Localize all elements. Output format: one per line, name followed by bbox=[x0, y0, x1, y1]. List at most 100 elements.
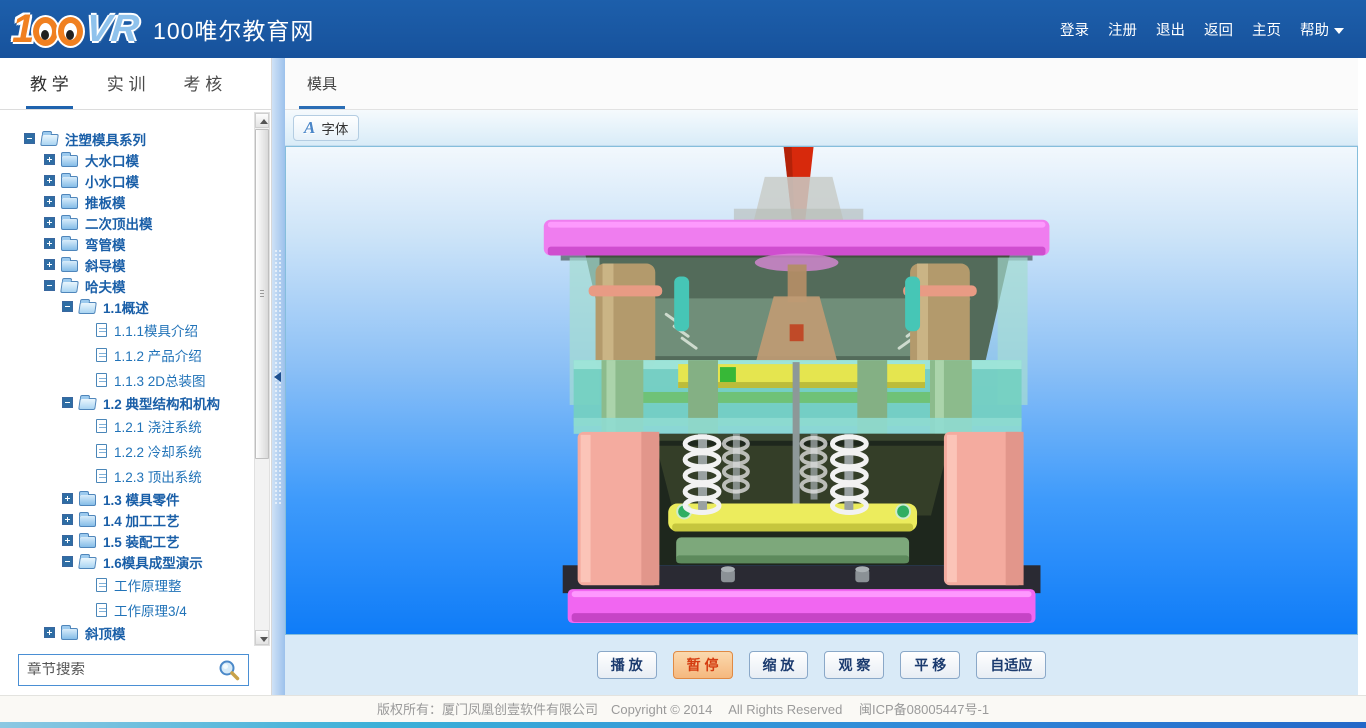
footer: 版权所有：厦门凤凰创壹软件有限公司 Copyright © 2014 All R… bbox=[0, 695, 1366, 728]
logo-digit-one: 1 bbox=[12, 7, 32, 52]
folder-icon bbox=[79, 536, 96, 548]
tree-item[interactable]: 1.3 模具零件 bbox=[0, 488, 254, 509]
panel-splitter[interactable] bbox=[272, 58, 285, 695]
pan-button[interactable]: 平 移 bbox=[900, 651, 960, 679]
document-icon bbox=[96, 578, 107, 592]
observe-button[interactable]: 观 察 bbox=[824, 651, 884, 679]
tree-item[interactable]: 1.2.3 顶出系统 bbox=[0, 463, 254, 488]
expand-toggle-icon[interactable] bbox=[44, 217, 55, 228]
expand-toggle-icon[interactable] bbox=[44, 627, 55, 638]
folder-icon bbox=[61, 176, 78, 188]
expand-toggle-icon[interactable] bbox=[62, 493, 73, 504]
document-icon bbox=[96, 323, 107, 337]
collapse-toggle-icon[interactable] bbox=[62, 397, 73, 408]
font-button[interactable]: A 字体 bbox=[293, 115, 359, 141]
tab-mold[interactable]: 模具 bbox=[299, 64, 345, 109]
expand-toggle-icon[interactable] bbox=[44, 196, 55, 207]
chevron-down-icon bbox=[1334, 28, 1344, 34]
nav-back[interactable]: 返回 bbox=[1204, 19, 1233, 40]
collapse-toggle-icon[interactable] bbox=[44, 280, 55, 291]
scroll-up-button[interactable] bbox=[255, 113, 269, 128]
document-icon bbox=[96, 419, 107, 433]
fit-view-button[interactable]: 自适应 bbox=[976, 651, 1046, 679]
tree-item[interactable]: 哈夫模 bbox=[0, 275, 254, 296]
tree-item[interactable]: 斜顶模 bbox=[0, 622, 254, 643]
tree-scrollbar[interactable] bbox=[254, 112, 270, 646]
chapter-search-box[interactable] bbox=[18, 654, 249, 686]
tree-item[interactable]: 1.1.2 产品介绍 bbox=[0, 342, 254, 367]
expand-toggle-icon[interactable] bbox=[44, 154, 55, 165]
expand-toggle-icon[interactable] bbox=[44, 238, 55, 249]
tree-item[interactable]: 1.5 装配工艺 bbox=[0, 530, 254, 551]
document-icon bbox=[96, 373, 107, 387]
tab-assessment[interactable]: 考 核 bbox=[179, 60, 226, 109]
scroll-down-button[interactable] bbox=[255, 630, 269, 645]
document-icon bbox=[96, 348, 107, 362]
folder-icon bbox=[61, 197, 78, 209]
nav-login[interactable]: 登录 bbox=[1060, 19, 1089, 40]
tree-item[interactable]: 1.6模具成型演示 bbox=[0, 551, 254, 572]
open-folder-icon bbox=[78, 398, 97, 410]
top-nav: 登录 注册 退出 返回 主页 帮助 bbox=[1060, 19, 1344, 40]
course-tree: 注塑模具系列 大水口模 小水口模 推板模 二次顶出模 弯管模 斜导模 哈夫模 1… bbox=[0, 110, 271, 648]
search-icon[interactable] bbox=[218, 659, 240, 681]
tree-item[interactable]: 斜导模 bbox=[0, 254, 254, 275]
logo-zero-eye-icon bbox=[58, 17, 83, 46]
folder-icon bbox=[61, 239, 78, 251]
collapse-toggle-icon[interactable] bbox=[62, 301, 73, 312]
tab-teaching[interactable]: 教 学 bbox=[26, 60, 73, 109]
tree-item[interactable]: 1.4 加工工艺 bbox=[0, 509, 254, 530]
open-folder-icon bbox=[40, 134, 59, 146]
tree-item[interactable]: 注塑模具系列 bbox=[0, 128, 254, 149]
nav-help[interactable]: 帮助 bbox=[1300, 19, 1344, 40]
tree-item[interactable]: 弯管模 bbox=[0, 233, 254, 254]
header: 1 VR 100唯尔教育网 登录 注册 退出 返回 主页 帮助 bbox=[0, 0, 1366, 58]
expand-toggle-icon[interactable] bbox=[44, 259, 55, 270]
nav-register[interactable]: 注册 bbox=[1108, 19, 1137, 40]
tree-item[interactable]: 1.2.1 浇注系统 bbox=[0, 413, 254, 438]
tree-item[interactable]: 二次顶出模 bbox=[0, 212, 254, 233]
playback-controls: 播 放 暂 停 缩 放 观 察 平 移 自适应 bbox=[285, 635, 1358, 695]
tree-item[interactable]: 1.2 典型结构和机构 bbox=[0, 392, 254, 413]
sidebar: 教 学 实 训 考 核 注塑模具系列 大水口模 小水口模 推板模 二次顶出模 弯… bbox=[0, 58, 272, 695]
tree-item-selected[interactable]: 工作原理整 bbox=[0, 572, 254, 597]
expand-toggle-icon[interactable] bbox=[62, 535, 73, 546]
open-folder-icon bbox=[78, 557, 97, 569]
tree-item[interactable]: 小水口模 bbox=[0, 170, 254, 191]
tab-training[interactable]: 实 训 bbox=[103, 60, 150, 109]
tree-item[interactable]: 1.1.3 2D总装图 bbox=[0, 367, 254, 392]
collapse-toggle-icon[interactable] bbox=[24, 133, 35, 144]
pause-button[interactable]: 暂 停 bbox=[673, 651, 733, 679]
copyright-text: 版权所有：厦门凤凰创壹软件有限公司 Copyright © 2014 All R… bbox=[0, 696, 1366, 723]
tree-item[interactable]: 推板模 bbox=[0, 191, 254, 212]
expand-toggle-icon[interactable] bbox=[44, 175, 55, 186]
scrollbar-thumb[interactable] bbox=[255, 129, 269, 459]
collapse-toggle-icon[interactable] bbox=[62, 556, 73, 567]
main-tabstrip: 模具 bbox=[285, 58, 1358, 110]
site-title: 100唯尔教育网 bbox=[153, 12, 314, 46]
nav-logout[interactable]: 退出 bbox=[1156, 19, 1185, 40]
content: 教 学 实 训 考 核 注塑模具系列 大水口模 小水口模 推板模 二次顶出模 弯… bbox=[0, 58, 1366, 695]
sidebar-tabs: 教 学 实 训 考 核 bbox=[0, 58, 271, 110]
viewer-toolbar: A 字体 bbox=[285, 110, 1358, 146]
nav-home[interactable]: 主页 bbox=[1252, 19, 1281, 40]
tree-item[interactable]: 1.2.2 冷却系统 bbox=[0, 438, 254, 463]
play-button[interactable]: 播 放 bbox=[597, 651, 657, 679]
folder-icon bbox=[61, 628, 78, 640]
tree-item[interactable]: 1.1.1模具介绍 bbox=[0, 317, 254, 342]
open-folder-icon bbox=[78, 302, 97, 314]
tree-item[interactable]: 大水口模 bbox=[0, 149, 254, 170]
collapse-sidebar-arrow-icon[interactable] bbox=[274, 372, 281, 382]
folder-icon bbox=[79, 515, 96, 527]
zoom-button[interactable]: 缩 放 bbox=[749, 651, 809, 679]
font-a-icon: A bbox=[304, 118, 315, 138]
search-input[interactable] bbox=[27, 662, 218, 678]
tree-item[interactable]: 1.1概述 bbox=[0, 296, 254, 317]
tree-item[interactable]: 工作原理3/4 bbox=[0, 597, 254, 622]
mold-3d-viewer[interactable] bbox=[285, 146, 1358, 635]
logo-100vr[interactable]: 1 VR bbox=[12, 7, 139, 52]
mold-3d-model[interactable] bbox=[286, 147, 1357, 634]
expand-toggle-icon[interactable] bbox=[62, 514, 73, 525]
search-row bbox=[0, 648, 271, 695]
footer-accent-strip bbox=[0, 722, 1366, 728]
